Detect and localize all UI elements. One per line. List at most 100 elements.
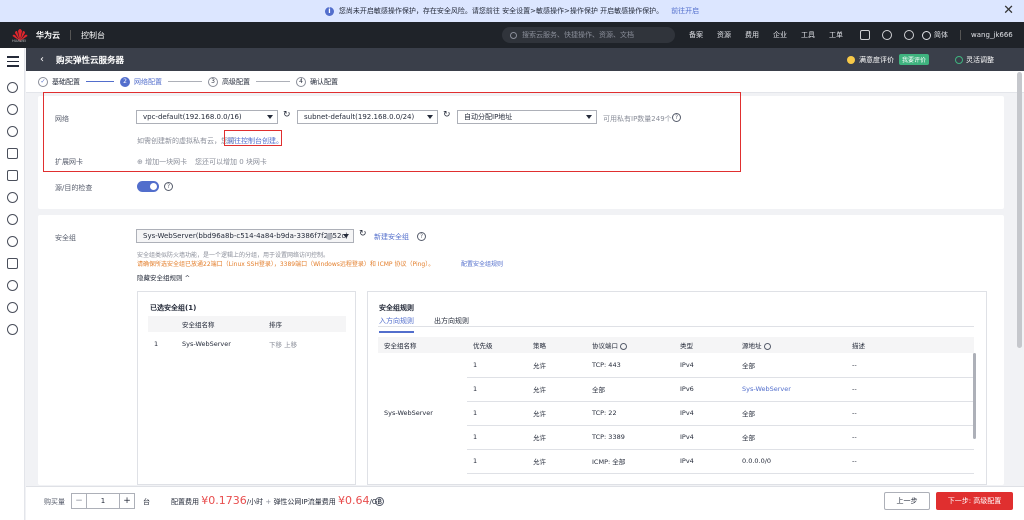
column-header: 优先级 xyxy=(467,337,527,353)
security-desc: 安全组类似防火墙功能，是一个逻辑上的分组，用于设置网络访问控制。 xyxy=(137,252,330,259)
menu-icon[interactable] xyxy=(7,56,19,67)
column-header: 安全组名称 xyxy=(378,337,467,353)
close-icon[interactable]: ✕ xyxy=(1003,3,1014,18)
satisfaction-rating[interactable]: 满意度评价 我要评价 xyxy=(846,54,929,65)
search-icon xyxy=(510,31,517,39)
cloud-sync-icon[interactable] xyxy=(7,214,18,225)
cloud-service-icon[interactable] xyxy=(7,82,18,93)
config-fee-unit: /小时 xyxy=(246,498,264,506)
tab-inbound[interactable]: 入方向规则 xyxy=(379,316,414,333)
flex-adjust[interactable]: 灵活调整 xyxy=(955,55,994,65)
quantity-input[interactable]: 1 xyxy=(87,494,119,508)
storage-icon[interactable] xyxy=(7,192,18,203)
rule-priority: 1 xyxy=(467,377,527,402)
security-group-select[interactable]: Sys-WebServer(bbd96a8b-c514-4a84-b9da-33… xyxy=(136,229,354,243)
cloud-icon[interactable] xyxy=(7,104,18,115)
nav-item-enterprise[interactable]: 企业 xyxy=(773,30,787,40)
help-icon[interactable]: ? xyxy=(164,182,173,191)
help-icon[interactable]: ? xyxy=(417,232,426,241)
rule-desc: -- xyxy=(846,377,974,402)
rule-port: TCP: 22 xyxy=(586,401,674,426)
move-up-button[interactable]: 上移 xyxy=(284,341,297,349)
top-navigation: 华为云 控制台 搜索云服务、快捷操作、资源、文档 备案 资源 费用 企业 工具 … xyxy=(0,22,1024,56)
language-switch[interactable]: 简体 xyxy=(922,22,948,48)
security-icon[interactable] xyxy=(7,280,18,291)
refresh-security-icon[interactable]: ↻ xyxy=(359,229,367,239)
user-menu[interactable]: wang_jk666 xyxy=(960,22,1013,48)
nav-item-resources[interactable]: 资源 xyxy=(717,30,731,40)
nav-item-tools[interactable]: 工具 xyxy=(801,30,815,40)
chevron-down-icon xyxy=(343,234,349,238)
notice-link[interactable]: 前往开启 xyxy=(671,6,699,16)
column-header: 协议端口 xyxy=(586,337,674,353)
console-link[interactable]: 控制台 xyxy=(81,30,105,41)
src-dst-check-toggle[interactable] xyxy=(137,181,159,192)
prev-button[interactable]: 上一步 xyxy=(884,492,930,510)
rule-type: IPv4 xyxy=(674,425,736,450)
column-header: 类型 xyxy=(674,337,736,353)
terminal-icon[interactable] xyxy=(860,30,870,40)
table-header: 安全组名称 优先级 策略 协议端口 类型 源地址 描述 xyxy=(378,337,974,353)
bell-icon[interactable] xyxy=(882,30,892,40)
step-connector xyxy=(86,81,114,82)
global-search-input[interactable]: 搜索云服务、快捷操作、资源、文档 xyxy=(502,27,675,43)
step-network[interactable]: 2 网络配置 xyxy=(120,76,162,87)
quantity-plus-button[interactable]: + xyxy=(119,494,134,508)
left-sidebar xyxy=(0,48,25,520)
table-row: 1 允许 TCP: 3389 IPv4 全部 -- xyxy=(378,425,974,450)
next-button[interactable]: 下一步: 高级配置 xyxy=(936,492,1013,510)
database-icon[interactable] xyxy=(7,170,18,181)
nav-item-billing[interactable]: 费用 xyxy=(745,30,759,40)
table-row: 1 Sys-WebServer 下移 上移 xyxy=(148,332,346,356)
rule-source-link[interactable]: Sys-WebServer xyxy=(736,377,846,402)
cloud-network-icon[interactable] xyxy=(7,236,18,247)
help-icon[interactable] xyxy=(904,30,914,40)
check-circle-icon xyxy=(955,55,963,64)
rule-type: IPv4 xyxy=(674,449,736,474)
help-icon[interactable] xyxy=(620,342,628,350)
ip-fee-value: ¥0.64 xyxy=(337,494,370,507)
global-icon[interactable] xyxy=(7,324,18,335)
step-confirm[interactable]: 4 确认配置 xyxy=(296,76,338,87)
clear-icon[interactable] xyxy=(326,233,333,240)
new-security-group-link[interactable]: 新建安全组 xyxy=(374,232,409,242)
monitor-icon[interactable] xyxy=(7,148,18,159)
step-label: 网络配置 xyxy=(134,77,162,86)
help-icon[interactable]: ? xyxy=(375,497,384,506)
rules-scrollbar[interactable] xyxy=(973,353,976,439)
rule-priority: 1 xyxy=(467,401,527,426)
quantity-minus-button[interactable]: − xyxy=(72,494,87,508)
row-index: 1 xyxy=(154,340,159,348)
globe-icon xyxy=(922,30,931,40)
hide-rules-toggle[interactable]: 隐藏安全组规则 ^ xyxy=(137,272,190,282)
config-rules-link[interactable]: 配置安全组规则 xyxy=(461,259,503,268)
logo-wordmark: HUAWEI xyxy=(12,39,27,43)
anchor-icon[interactable] xyxy=(7,258,18,269)
step-number: 3 xyxy=(208,76,218,87)
step-basic[interactable]: ✓ 基础配置 xyxy=(38,76,80,87)
rules-panel: 安全组规则 入方向规则 出方向规则 安全组名称 优先级 策略 协议端口 类型 源… xyxy=(367,291,987,485)
ip-fee-label: 弹性公网IP流量费用 xyxy=(273,498,336,506)
help-icon[interactable] xyxy=(763,342,771,350)
steps-bar: ✓ 基础配置 2 网络配置 3 高级配置 4 确认配置 xyxy=(26,71,1024,93)
rate-label: 满意度评价 xyxy=(858,55,894,64)
page-scrollbar[interactable] xyxy=(1017,72,1022,348)
nav-item-tickets[interactable]: 工单 xyxy=(829,30,843,40)
move-down-button[interactable]: 下移 xyxy=(269,341,282,349)
step-advanced[interactable]: 3 高级配置 xyxy=(208,76,250,87)
nav-items: 备案 资源 费用 企业 工具 工单 xyxy=(689,22,857,48)
brand-name[interactable]: 华为云 xyxy=(36,30,60,41)
rule-policy: 允许 xyxy=(527,353,586,378)
back-arrow-icon[interactable]: ‹ xyxy=(40,54,44,65)
plus-sign: + xyxy=(265,498,272,506)
cloud-download-icon[interactable] xyxy=(7,126,18,137)
tab-outbound[interactable]: 出方向规则 xyxy=(434,316,469,333)
group-name: Sys-WebServer xyxy=(182,340,231,348)
rate-badge[interactable]: 我要评价 xyxy=(898,54,929,65)
rules-table: 安全组名称 优先级 策略 协议端口 类型 源地址 描述 Sys-WebServe… xyxy=(378,337,974,474)
username: wang_jk666 xyxy=(971,31,1013,39)
column-header: 源地址 xyxy=(736,337,846,353)
settings-icon[interactable] xyxy=(7,302,18,313)
rule-port: TCP: 443 xyxy=(586,353,674,378)
nav-item-beian[interactable]: 备案 xyxy=(689,30,703,40)
